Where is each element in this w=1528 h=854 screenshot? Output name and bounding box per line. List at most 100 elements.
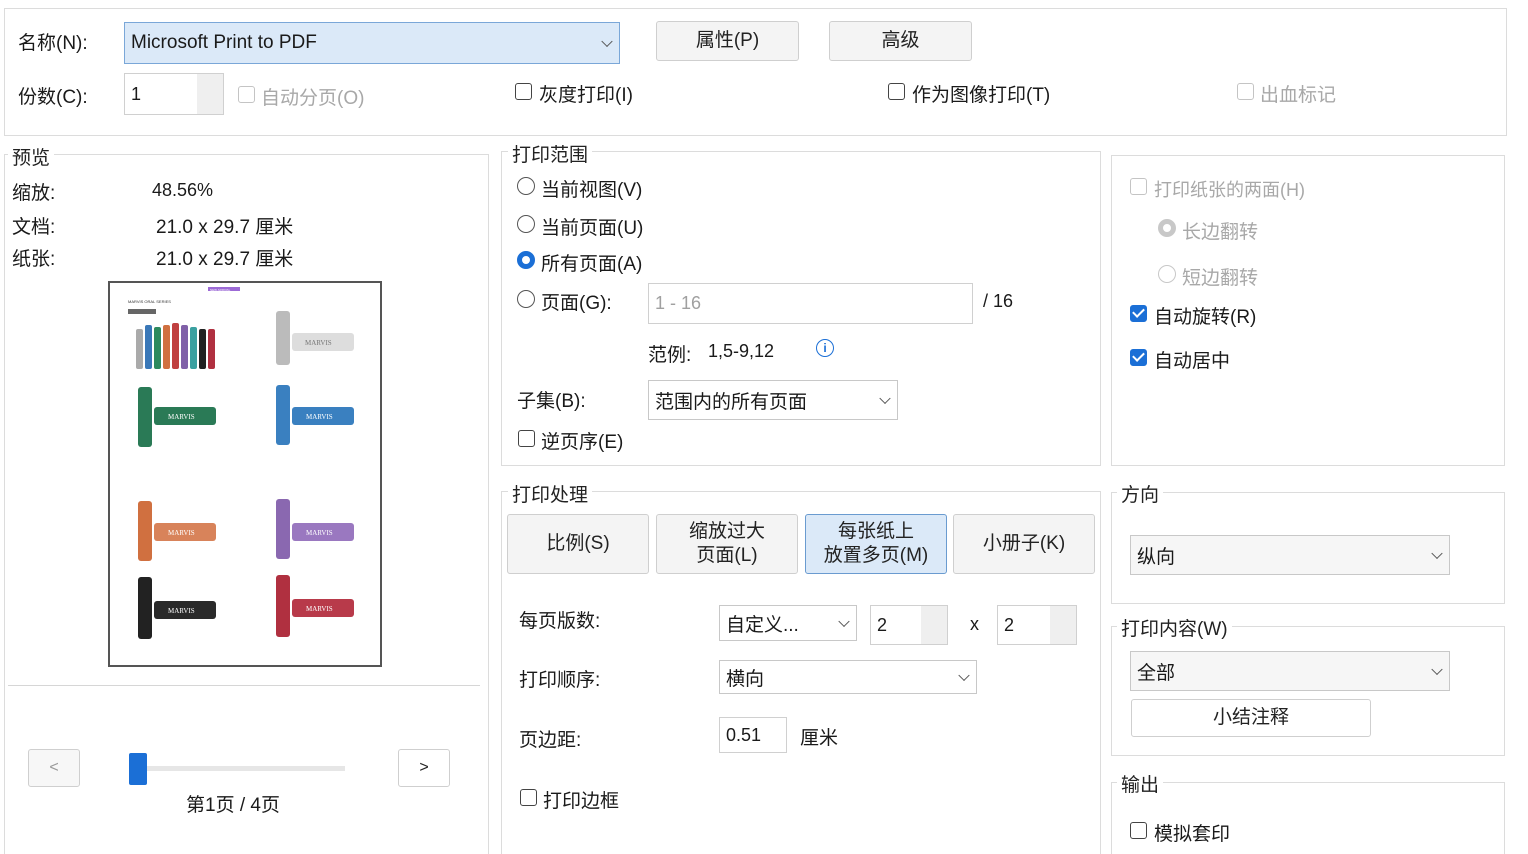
simulate-overprint-label: 模拟套印	[1154, 824, 1231, 845]
pages-per-sheet-value: 自定义...	[726, 614, 799, 636]
times-sign: x	[970, 614, 979, 634]
both-sides-checkbox[interactable]	[1130, 178, 1147, 195]
auto-rotate-label: 自动旋转(R)	[1154, 307, 1257, 328]
current-page-radio[interactable]	[517, 215, 535, 233]
current-view-radio[interactable]	[517, 177, 535, 195]
print-content-value: 全部	[1137, 662, 1176, 684]
auto-rotate-checkbox[interactable]	[1130, 305, 1147, 322]
columns-value: 2	[877, 614, 888, 635]
thumb-brand-purple: MARVIS	[306, 529, 333, 537]
tube-green: MARVIS	[138, 387, 216, 447]
example-label: 范例:	[648, 345, 692, 366]
print-border-checkbox[interactable]	[520, 789, 537, 806]
summarize-comments-button[interactable]: 小结注释	[1131, 699, 1371, 737]
orientation-value: 纵向	[1137, 546, 1176, 568]
short-edge-radio[interactable]	[1158, 265, 1176, 283]
simulate-overprint-checkbox[interactable]	[1130, 822, 1147, 839]
tube-orange: MARVIS	[138, 501, 216, 561]
page-thumbnail: MARVIS ORAL SERIES NEW ARRIVAL MARVIS MA…	[108, 281, 382, 667]
thumb-header-text: MARVIS ORAL SERIES	[128, 299, 171, 304]
page-slider-thumb[interactable]	[129, 753, 147, 785]
print-as-image-label: 作为图像打印(T)	[912, 85, 1051, 106]
next-page-button[interactable]: >	[398, 749, 450, 787]
pages-label: 页面(G):	[541, 293, 612, 314]
paper-value: 21.0 x 29.7 厘米	[156, 249, 294, 270]
all-pages-radio[interactable]	[517, 251, 535, 269]
pages-per-sheet-label: 每页版数:	[519, 611, 601, 632]
collate-checkbox[interactable]	[238, 86, 255, 103]
spin-button[interactable]	[1050, 606, 1076, 644]
print-as-image-checkbox[interactable]	[888, 83, 905, 100]
thumb-brand-green: MARVIS	[168, 413, 195, 421]
printer-name-label: 名称(N):	[18, 33, 88, 54]
pages-per-sheet-select[interactable]: 自定义...	[719, 605, 857, 641]
prev-page-button[interactable]: <	[28, 749, 80, 787]
print-border-label: 打印边框	[543, 791, 620, 812]
chevron-down-icon	[838, 615, 850, 628]
printer-select[interactable]: Microsoft Print to PDF	[124, 22, 620, 64]
subset-select[interactable]: 范围内的所有页面	[648, 380, 898, 420]
divider	[8, 685, 480, 686]
paper-label: 纸张:	[12, 249, 56, 270]
bleed-marks-checkbox[interactable]	[1237, 83, 1254, 100]
thumb-brand-black: MARVIS	[168, 607, 195, 615]
pages-radio[interactable]	[517, 290, 535, 308]
printer-select-value: Microsoft Print to PDF	[131, 32, 317, 53]
print-content-title: 打印内容(W)	[1117, 614, 1232, 641]
print-order-value: 横向	[726, 668, 765, 690]
pages-range-input[interactable]: 1 - 16	[648, 283, 973, 324]
auto-center-label: 自动居中	[1154, 351, 1231, 372]
print-range-title: 打印范围	[508, 140, 593, 167]
columns-stepper[interactable]: 2	[870, 605, 948, 645]
copies-stepper[interactable]: 1	[124, 73, 224, 115]
zoom-value: 48.56%	[152, 180, 214, 200]
booklet-tab[interactable]: 小册子(K)	[953, 514, 1095, 574]
pages-total: / 16	[983, 291, 1014, 311]
current-page-label: 当前页面(U)	[541, 218, 644, 239]
scale-tab[interactable]: 比例(S)	[507, 514, 649, 574]
preview-title: 预览	[8, 143, 55, 170]
thumb-brand-white: MARVIS	[305, 339, 332, 347]
orientation-select[interactable]: 纵向	[1130, 535, 1450, 575]
reverse-pages-checkbox[interactable]	[518, 430, 535, 447]
multiple-pages-tab[interactable]: 每张纸上 放置多页(M)	[805, 514, 947, 574]
margin-label: 页边距:	[519, 730, 582, 751]
print-content-select[interactable]: 全部	[1130, 651, 1450, 691]
advanced-button[interactable]: 高级	[829, 21, 972, 61]
example-value: 1,5-9,12	[708, 341, 775, 361]
rows-value: 2	[1004, 614, 1015, 635]
chevron-down-icon	[601, 35, 613, 48]
thumb-brand-blue: MARVIS	[306, 413, 333, 421]
rows-stepper[interactable]: 2	[997, 605, 1077, 645]
chevron-down-icon	[879, 392, 891, 405]
margin-input[interactable]: 0.51	[719, 717, 787, 753]
grayscale-checkbox[interactable]	[515, 83, 532, 100]
all-pages-label: 所有页面(A)	[541, 254, 643, 275]
shrink-oversized-tab[interactable]: 缩放过大 页面(L)	[656, 514, 798, 574]
spin-button[interactable]	[921, 606, 947, 644]
tube-white: MARVIS	[276, 311, 354, 365]
margin-value: 0.51	[726, 724, 762, 745]
tube-red: MARVIS	[276, 575, 354, 637]
grayscale-label: 灰度打印(I)	[539, 85, 633, 106]
properties-button[interactable]: 属性(P)	[656, 21, 799, 61]
product-grid-image: MARVIS ORAL SERIES NEW ARRIVAL MARVIS MA…	[128, 287, 354, 639]
tube-black: MARVIS	[138, 577, 216, 639]
bleed-marks-label: 出血标记	[1260, 85, 1337, 106]
thumb-brand-orange: MARVIS	[168, 529, 195, 537]
collate-label: 自动分页(O)	[261, 88, 365, 109]
page-indicator: 第1页 / 4页	[186, 795, 280, 816]
document-value: 21.0 x 29.7 厘米	[156, 217, 294, 238]
zoom-label: 缩放:	[12, 183, 56, 204]
print-handling-title: 打印处理	[508, 480, 593, 507]
document-label: 文档:	[12, 217, 56, 238]
print-order-select[interactable]: 横向	[719, 660, 977, 694]
copies-value: 1	[131, 83, 142, 104]
info-icon[interactable]: i	[816, 339, 834, 357]
subset-value: 范围内的所有页面	[655, 391, 808, 413]
long-edge-radio[interactable]	[1158, 219, 1176, 237]
auto-center-checkbox[interactable]	[1130, 349, 1147, 366]
spin-button[interactable]	[197, 74, 223, 114]
subset-label: 子集(B):	[517, 391, 586, 412]
page-slider-track[interactable]	[130, 766, 345, 771]
